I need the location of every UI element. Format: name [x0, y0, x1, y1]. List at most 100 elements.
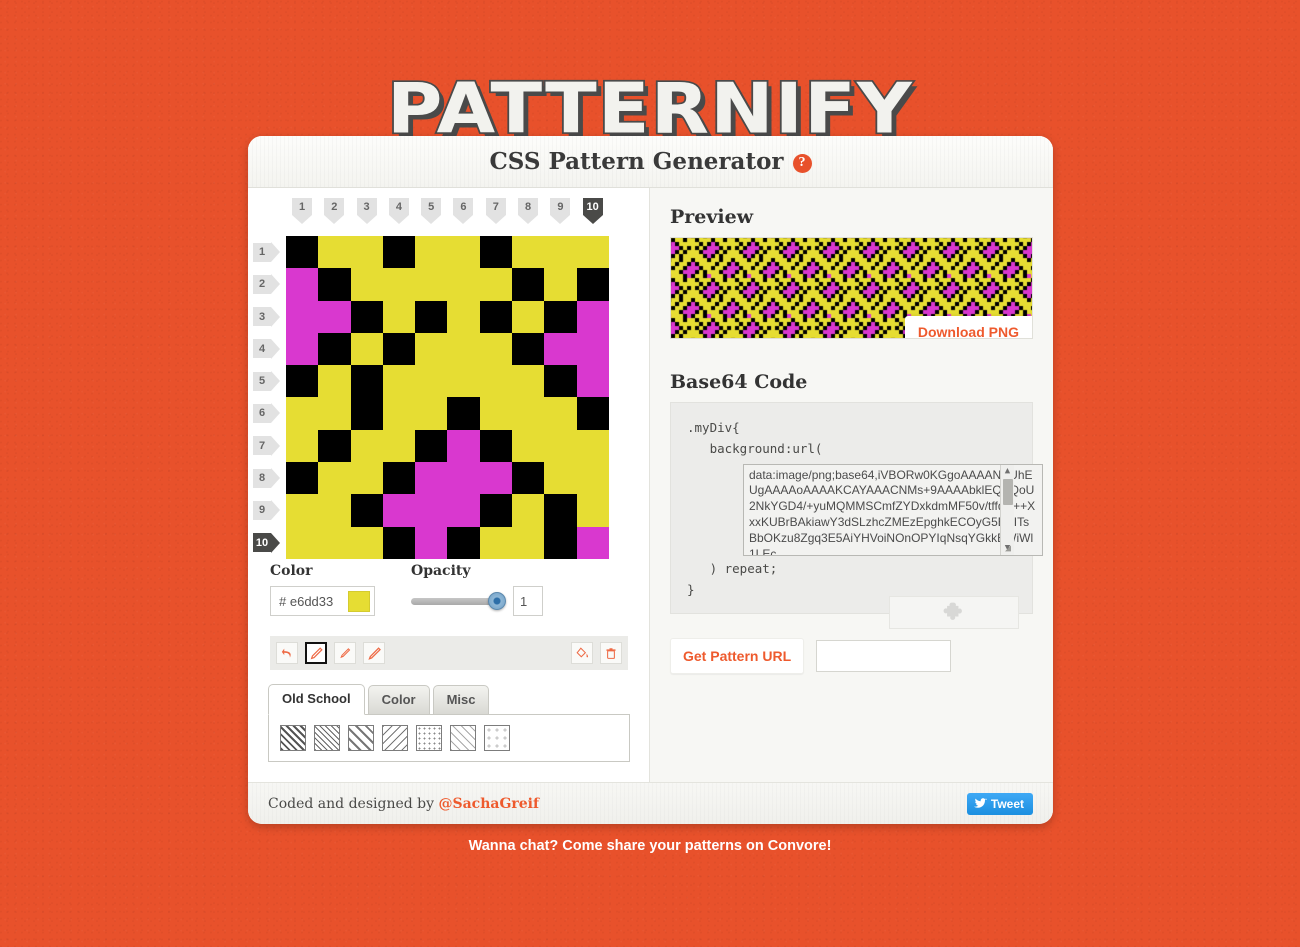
- grid-cell-6-1[interactable]: [286, 397, 319, 430]
- pattern-url-input[interactable]: [816, 640, 952, 672]
- pencil-small-button[interactable]: [305, 642, 327, 664]
- grid-cell-8-2[interactable]: [318, 462, 351, 495]
- grid-cell-1-10[interactable]: [576, 236, 609, 269]
- grid-cell-3-1[interactable]: [286, 300, 319, 333]
- grid-cell-5-1[interactable]: [286, 365, 319, 398]
- download-png-button[interactable]: Download PNG: [904, 316, 1032, 338]
- grid-cell-2-7[interactable]: [479, 268, 513, 301]
- grid-cell-7-7[interactable]: [479, 429, 513, 463]
- grid-cell-10-3[interactable]: [350, 526, 383, 559]
- grid-cell-5-6[interactable]: [447, 365, 480, 398]
- grid-cell-2-10[interactable]: [576, 268, 609, 301]
- color-input[interactable]: # e6dd33: [270, 586, 375, 616]
- pattern-swatch-crosshatch[interactable]: [314, 725, 340, 751]
- grid-cell-4-9[interactable]: [544, 332, 577, 366]
- grid-cell-4-7[interactable]: [479, 332, 513, 366]
- pattern-swatch-diagonal-stripes[interactable]: [280, 725, 306, 751]
- grid-cell-8-4[interactable]: [382, 462, 416, 495]
- grid-cell-5-5[interactable]: [415, 365, 448, 398]
- grid-cell-1-3[interactable]: [350, 236, 383, 269]
- grid-cell-10-1[interactable]: [286, 526, 319, 559]
- grid-cell-10-8[interactable]: [512, 526, 545, 559]
- grid-cell-4-6[interactable]: [447, 332, 480, 366]
- grid-cell-7-10[interactable]: [576, 429, 609, 463]
- grid-cell-9-8[interactable]: [512, 494, 545, 527]
- column-marker-5[interactable]: 5: [415, 198, 447, 224]
- grid-cell-3-4[interactable]: [382, 300, 416, 333]
- tab-color[interactable]: Color: [367, 685, 430, 714]
- pattern-swatch-wide-diagonal[interactable]: [348, 725, 374, 751]
- scroll-thumb[interactable]: [1003, 478, 1013, 505]
- grid-cell-1-6[interactable]: [447, 236, 480, 269]
- grid-cell-5-3[interactable]: [350, 365, 383, 398]
- grid-cell-8-6[interactable]: [447, 462, 480, 495]
- grid-cell-7-5[interactable]: [415, 429, 448, 463]
- grid-cell-5-4[interactable]: [382, 365, 416, 398]
- grid-cell-6-5[interactable]: [415, 397, 448, 430]
- grid-cell-9-1[interactable]: [286, 494, 319, 527]
- column-marker-6[interactable]: 6: [447, 198, 479, 224]
- grid-cell-3-2[interactable]: [318, 300, 351, 333]
- clear-grid-button[interactable]: [600, 642, 622, 664]
- grid-cell-6-2[interactable]: [318, 397, 351, 430]
- column-marker-1[interactable]: 1: [286, 198, 318, 224]
- base64-scrollbar[interactable]: ▲ ▼: [1000, 464, 1014, 555]
- grid-cell-7-4[interactable]: [382, 429, 416, 463]
- grid-cell-3-9[interactable]: [544, 300, 577, 333]
- grid-cell-10-7[interactable]: [479, 526, 513, 559]
- grid-cell-6-9[interactable]: [544, 397, 577, 430]
- row-marker-4[interactable]: 4: [253, 333, 280, 365]
- grid-cell-1-4[interactable]: [382, 236, 416, 269]
- grid-cell-8-9[interactable]: [544, 462, 577, 495]
- base64-textarea[interactable]: data:image/png;base64,iVBORw0KGgoAAAANSU…: [743, 463, 1043, 556]
- grid-cell-6-8[interactable]: [512, 397, 545, 430]
- pencil-large-button[interactable]: [363, 642, 385, 664]
- grid-cell-1-9[interactable]: [544, 236, 577, 269]
- grid-cell-1-7[interactable]: [479, 236, 513, 269]
- grid-cell-5-7[interactable]: [479, 365, 513, 398]
- grid-cell-10-4[interactable]: [382, 526, 416, 559]
- pattern-grid[interactable]: [286, 236, 609, 559]
- grid-cell-2-9[interactable]: [544, 268, 577, 301]
- row-marker-6[interactable]: 6: [253, 397, 280, 429]
- grid-cell-1-1[interactable]: [286, 236, 319, 269]
- resize-handle-icon[interactable]: ◢: [1002, 543, 1014, 555]
- grid-cell-3-10[interactable]: [576, 300, 609, 333]
- grid-cell-8-1[interactable]: [286, 462, 319, 495]
- opacity-slider[interactable]: [411, 591, 506, 610]
- grid-cell-5-8[interactable]: [512, 365, 545, 398]
- grid-cell-8-5[interactable]: [415, 462, 448, 495]
- grid-cell-6-3[interactable]: [350, 397, 383, 430]
- grid-cell-9-5[interactable]: [415, 494, 448, 527]
- convore-link[interactable]: Wanna chat? Come share your patterns on …: [0, 838, 1300, 854]
- grid-cell-2-8[interactable]: [512, 268, 545, 301]
- column-marker-9[interactable]: 9: [544, 198, 576, 224]
- column-marker-4[interactable]: 4: [383, 198, 415, 224]
- grid-cell-3-7[interactable]: [479, 300, 513, 333]
- row-marker-3[interactable]: 3: [253, 301, 280, 333]
- column-marker-2[interactable]: 2: [318, 198, 350, 224]
- grid-cell-9-7[interactable]: [479, 494, 513, 527]
- column-marker-7[interactable]: 7: [480, 198, 512, 224]
- get-pattern-url-button[interactable]: Get Pattern URL: [670, 638, 805, 674]
- grid-cell-1-8[interactable]: [512, 236, 545, 269]
- scroll-up-icon[interactable]: ▲: [1005, 465, 1010, 478]
- grid-cell-2-3[interactable]: [350, 268, 383, 301]
- grid-cell-9-10[interactable]: [576, 494, 609, 527]
- grid-cell-6-6[interactable]: [447, 397, 480, 430]
- column-marker-3[interactable]: 3: [351, 198, 383, 224]
- grid-cell-4-10[interactable]: [576, 332, 609, 366]
- tab-old-school[interactable]: Old School: [268, 684, 365, 715]
- grid-cell-6-7[interactable]: [479, 397, 513, 430]
- grid-cell-1-5[interactable]: [415, 236, 448, 269]
- grid-cell-2-4[interactable]: [382, 268, 416, 301]
- opacity-slider-knob[interactable]: [488, 591, 506, 610]
- column-marker-8[interactable]: 8: [512, 198, 544, 224]
- grid-cell-4-3[interactable]: [350, 332, 383, 366]
- grid-cell-5-9[interactable]: [544, 365, 577, 398]
- grid-cell-9-2[interactable]: [318, 494, 351, 527]
- color-swatch[interactable]: [348, 591, 370, 612]
- grid-cell-9-4[interactable]: [382, 494, 416, 527]
- grid-cell-4-2[interactable]: [318, 332, 351, 366]
- tweet-button[interactable]: Tweet: [966, 792, 1033, 815]
